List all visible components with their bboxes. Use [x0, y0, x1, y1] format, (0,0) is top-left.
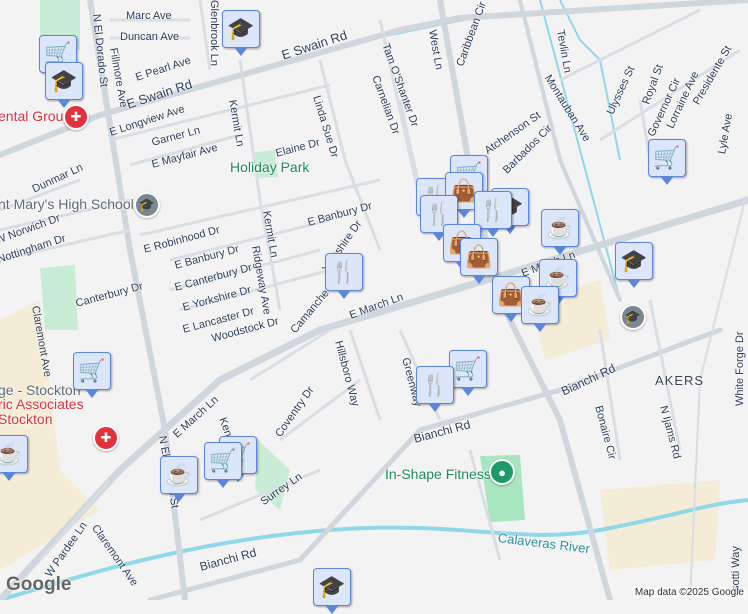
grocery-marker-icon[interactable]: 🛒: [73, 352, 111, 398]
cafe-marker-icon[interactable]: ☕: [541, 209, 579, 255]
place-label-pediatric[interactable]: ric Associates Stockton: [0, 397, 88, 427]
grocery-marker-icon[interactable]: 🛒: [648, 139, 686, 185]
school-pin-icon[interactable]: 🎓: [134, 192, 160, 218]
google-logo[interactable]: Google: [6, 574, 71, 596]
street-label: sotti Way: [730, 546, 742, 591]
place-label-dental-group[interactable]: ental Group: [0, 108, 71, 124]
school-marker-icon[interactable]: 🎓: [615, 242, 653, 288]
school-pin-icon[interactable]: 🎓: [620, 304, 646, 330]
street-label: Marc Ave: [126, 10, 172, 22]
cafe-marker-icon[interactable]: ☕: [0, 435, 28, 481]
restaurant-marker-icon[interactable]: 🍴: [416, 366, 454, 412]
place-label-st-marys[interactable]: nt Mary's High School: [0, 196, 134, 212]
fitness-pin-icon[interactable]: ●: [489, 459, 515, 485]
school-marker-icon[interactable]: 🎓: [45, 62, 83, 108]
place-label-holiday-park[interactable]: Holiday Park: [230, 159, 309, 175]
area-label-akers: AKERS: [655, 373, 705, 388]
cafe-marker-icon[interactable]: ☕: [160, 456, 198, 502]
place-label-in-shape-fitness[interactable]: In-Shape Fitness: [385, 466, 491, 482]
grocery-marker-icon[interactable]: 🛒: [449, 350, 487, 396]
map-attribution[interactable]: Map data ©2025 Google: [632, 587, 746, 598]
street-label: White Forge Dr: [734, 331, 746, 406]
cafe-marker-icon[interactable]: ☕: [521, 286, 559, 332]
school-marker-icon[interactable]: 🎓: [313, 568, 351, 614]
street-label: Glenbrook Ln: [208, 0, 220, 67]
shopping-marker-icon[interactable]: 👜: [460, 238, 498, 284]
street-label: Duncan Ave: [120, 31, 180, 43]
restaurant-marker-icon[interactable]: 🍴: [325, 253, 363, 299]
restaurant-marker-icon[interactable]: 🍴: [474, 191, 512, 237]
hospital-pin-icon[interactable]: ✚: [93, 425, 119, 451]
grocery-marker-icon[interactable]: 🛒: [204, 442, 242, 488]
school-marker-icon[interactable]: 🎓: [222, 10, 260, 56]
